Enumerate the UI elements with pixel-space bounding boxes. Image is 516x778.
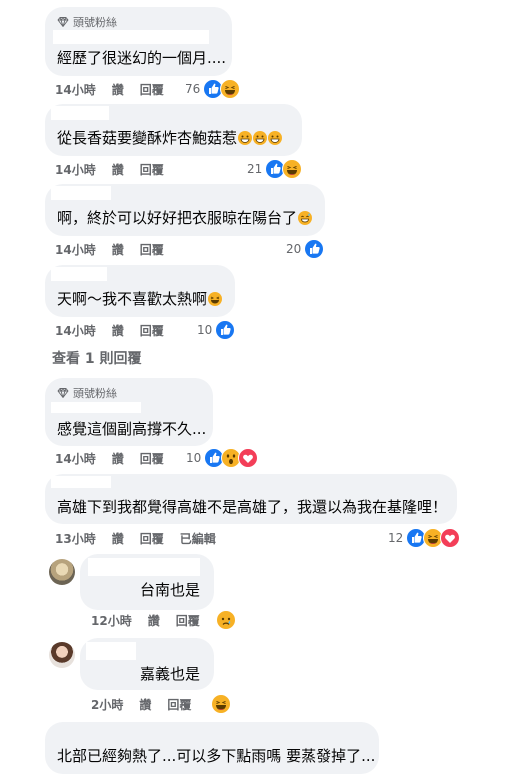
comment-bubble: 頭號粉絲 感覺這個副高撐不久... xyxy=(45,378,213,446)
view-replies-link[interactable]: 查看 1 則回覆 xyxy=(52,348,142,368)
comment-text: 感覺這個副高撐不久... xyxy=(57,420,207,438)
reply-button[interactable]: 回覆 xyxy=(140,81,164,98)
comment-text: 經歷了很迷幻的一個月.... xyxy=(57,49,227,67)
author-name-redacted xyxy=(51,402,141,413)
reply-button[interactable]: 回覆 xyxy=(140,241,164,258)
comment-actions: 14小時 讚 回覆 xyxy=(55,240,180,258)
comment-actions: 14小時 讚 回覆 xyxy=(55,80,180,98)
like-button[interactable]: 讚 xyxy=(112,241,124,258)
reaction-count: 21 xyxy=(247,162,263,176)
reaction-summary[interactable]: 10 xyxy=(197,320,236,340)
like-reaction-icon xyxy=(304,239,325,259)
like-button[interactable]: 讚 xyxy=(112,322,124,339)
reply-button[interactable]: 回覆 xyxy=(140,450,164,467)
reaction-summary[interactable]: 10 xyxy=(186,448,259,468)
grinning-emoji-icon xyxy=(268,131,283,145)
comment-bubble: 頭號粉絲 經歷了很迷幻的一個月.... xyxy=(45,7,232,76)
like-button[interactable]: 讚 xyxy=(112,530,124,547)
comment-text: 啊，終於可以好好把衣服晾在陽台了 xyxy=(57,208,313,228)
comment-actions: 14小時 讚 回覆 xyxy=(55,321,180,339)
author-name-redacted xyxy=(86,642,136,660)
diamond-icon xyxy=(57,387,69,399)
haha-reaction-icon[interactable] xyxy=(211,694,231,714)
author-name-redacted xyxy=(51,476,111,488)
reaction-summary[interactable]: 21 xyxy=(247,159,303,179)
comment-bubble: 北部已經夠熱了...可以多下點雨嗎 要蒸發掉了... xyxy=(45,722,379,774)
comment-text: 從長香菇要變酥炸杏鮑菇惹 xyxy=(57,128,283,148)
comment-time: 14小時 xyxy=(55,451,96,466)
sweat-smile-emoji-icon xyxy=(298,211,313,225)
comment-time: 14小時 xyxy=(55,323,96,338)
reply-button[interactable]: 回覆 xyxy=(140,161,164,178)
comment-text: 天啊～我不喜歡太熱啊 xyxy=(57,289,223,309)
avatar[interactable] xyxy=(49,559,75,585)
comment-bubble: 高雄下到我都覺得高雄不是高雄了，我還以為我在基隆哩！ xyxy=(45,474,457,524)
comment-text: 北部已經夠熱了...可以多下點雨嗎 要蒸發掉了... xyxy=(57,747,376,765)
reaction-count: 20 xyxy=(286,242,302,256)
comment-time: 14小時 xyxy=(55,82,96,97)
haha-reaction-icon xyxy=(282,159,303,179)
reply-actions: 12小時 讚 回覆 xyxy=(91,611,216,629)
reaction-summary[interactable]: 20 xyxy=(286,239,325,259)
grinning-emoji-icon xyxy=(238,131,253,145)
comment-time: 14小時 xyxy=(55,162,96,177)
grinning-emoji-icon xyxy=(253,131,268,145)
like-button[interactable]: 讚 xyxy=(148,612,160,629)
comment-time: 13小時 xyxy=(55,531,96,546)
reaction-count: 10 xyxy=(186,451,202,465)
comment-actions: 14小時 讚 回覆 xyxy=(55,160,180,178)
like-button[interactable]: 讚 xyxy=(112,81,124,98)
top-fan-badge: 頭號粉絲 xyxy=(57,386,201,400)
like-button[interactable]: 讚 xyxy=(112,161,124,178)
author-name-redacted xyxy=(51,267,107,281)
reply-bubble: 嘉義也是 xyxy=(80,638,214,690)
reply-time: 2小時 xyxy=(91,697,124,712)
comment-bubble: 啊，終於可以好好把衣服晾在陽台了 xyxy=(45,184,325,236)
reply-button[interactable]: 回覆 xyxy=(167,696,191,713)
like-reaction-icon xyxy=(215,320,236,340)
reply-time: 12小時 xyxy=(91,613,132,628)
author-name-redacted xyxy=(53,30,209,44)
comment-text: 高雄下到我都覺得高雄不是高雄了，我還以為我在基隆哩！ xyxy=(57,498,448,516)
love-reaction-icon xyxy=(238,448,259,468)
like-button[interactable]: 讚 xyxy=(139,696,151,713)
comment-bubble: 天啊～我不喜歡太熱啊 xyxy=(45,265,235,317)
reply-button[interactable]: 回覆 xyxy=(140,322,164,339)
laughing-emoji-icon xyxy=(208,292,223,306)
comment-actions: 13小時 讚 回覆 已編輯 xyxy=(55,529,232,547)
reaction-count: 76 xyxy=(185,82,201,96)
reaction-summary[interactable]: 12 xyxy=(388,528,461,548)
author-name-redacted xyxy=(51,106,109,120)
reaction-count: 10 xyxy=(197,323,213,337)
sad-reaction-icon[interactable] xyxy=(216,610,236,630)
top-fan-badge: 頭號粉絲 xyxy=(57,15,220,29)
reply-button[interactable]: 回覆 xyxy=(140,530,164,547)
reaction-summary[interactable]: 76 xyxy=(185,79,241,99)
reply-bubble: 台南也是 xyxy=(80,554,214,610)
comment-actions: 14小時 讚 回覆 xyxy=(55,449,180,467)
diamond-icon xyxy=(57,16,69,28)
reply-text: 嘉義也是 xyxy=(140,665,201,683)
reply-actions: 2小時 讚 回覆 xyxy=(91,695,207,713)
love-reaction-icon xyxy=(440,528,461,548)
reply-text: 台南也是 xyxy=(140,581,201,599)
author-name-redacted xyxy=(88,558,200,576)
haha-reaction-icon xyxy=(220,79,241,99)
reply-button[interactable]: 回覆 xyxy=(176,612,200,629)
edited-label: 已編輯 xyxy=(179,531,216,546)
comment-time: 14小時 xyxy=(55,242,96,257)
like-button[interactable]: 讚 xyxy=(112,450,124,467)
reaction-count: 12 xyxy=(388,531,404,545)
comment-bubble: 從長香菇要變酥炸杏鮑菇惹 xyxy=(45,104,302,156)
author-name-redacted xyxy=(51,186,111,200)
avatar[interactable] xyxy=(49,642,75,668)
